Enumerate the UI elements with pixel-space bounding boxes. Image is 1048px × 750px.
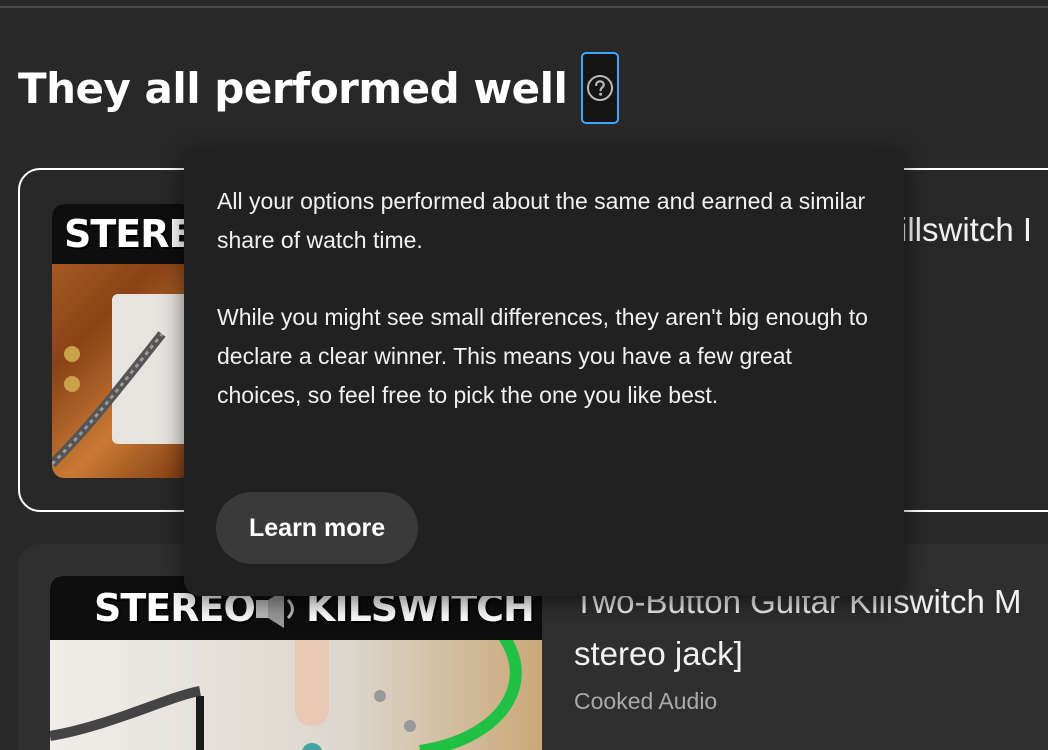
help-tooltip: All your options performed about the sam…	[184, 148, 904, 596]
channel-name: Cooked Audio	[574, 688, 718, 714]
card-thumbnail: STEREO	[52, 204, 192, 478]
card-title-line-2: stereo jack]	[574, 635, 743, 672]
tooltip-paragraph-1: All your options performed about the sam…	[217, 188, 866, 253]
card-thumbnail: STEREO KILSWITCH	[50, 576, 542, 750]
heading-row: They all performed well	[18, 52, 620, 124]
card-title: illswitch I	[900, 211, 1033, 248]
top-divider	[0, 6, 1048, 8]
question-circle-icon	[587, 75, 614, 101]
page-title: They all performed well	[18, 63, 568, 113]
tooltip-paragraph-2: While you might see small differences, t…	[217, 304, 868, 408]
help-button[interactable]	[581, 52, 620, 124]
thumbnail-text: STEREO	[64, 212, 192, 256]
learn-more-button[interactable]: Learn more	[216, 492, 419, 564]
